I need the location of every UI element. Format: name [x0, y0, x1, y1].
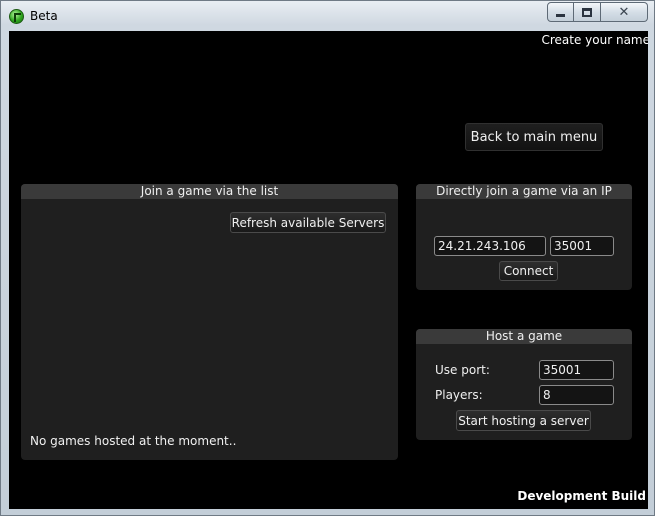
host-game-title: Host a game — [416, 329, 632, 344]
maximize-button[interactable] — [574, 2, 601, 22]
use-port-label: Use port: — [435, 363, 490, 377]
refresh-servers-button[interactable]: Refresh available Servers — [230, 212, 386, 233]
players-input[interactable]: 8 — [539, 385, 614, 405]
connect-button[interactable]: Connect — [499, 261, 558, 281]
join-port-input[interactable]: 35001 — [550, 236, 614, 256]
app-window: Beta ✕ Create your name Back to main men… — [0, 0, 655, 516]
players-label: Players: — [435, 388, 483, 402]
host-game-panel: Host a game Use port: 35001 Players: 8 S… — [416, 329, 632, 440]
server-list-panel: Join a game via the list Refresh availab… — [21, 184, 398, 460]
start-hosting-button[interactable]: Start hosting a server — [456, 410, 591, 431]
app-logo-icon — [9, 9, 24, 24]
host-port-input[interactable]: 35001 — [539, 360, 614, 380]
name-prompt[interactable]: Create your name — [541, 33, 648, 47]
no-games-message: No games hosted at the moment.. — [30, 434, 237, 448]
minimize-button[interactable] — [547, 2, 574, 22]
ip-address-input[interactable]: 24.21.243.106 — [434, 236, 546, 256]
development-build-label: Development Build — [517, 489, 646, 503]
maximize-icon — [582, 7, 592, 17]
window-title: Beta — [30, 9, 58, 23]
direct-join-title: Directly join a game via an IP — [416, 184, 632, 199]
window-controls: ✕ — [547, 2, 648, 22]
direct-join-panel: Directly join a game via an IP 24.21.243… — [416, 184, 632, 290]
close-button[interactable]: ✕ — [601, 2, 648, 22]
game-canvas: Create your name Back to main menu Join … — [9, 31, 648, 509]
close-icon: ✕ — [618, 4, 630, 20]
back-to-main-menu-button[interactable]: Back to main menu — [465, 123, 603, 151]
minimize-icon — [556, 13, 565, 17]
title-bar[interactable]: Beta ✕ — [1, 1, 654, 31]
server-list-title: Join a game via the list — [21, 184, 398, 199]
